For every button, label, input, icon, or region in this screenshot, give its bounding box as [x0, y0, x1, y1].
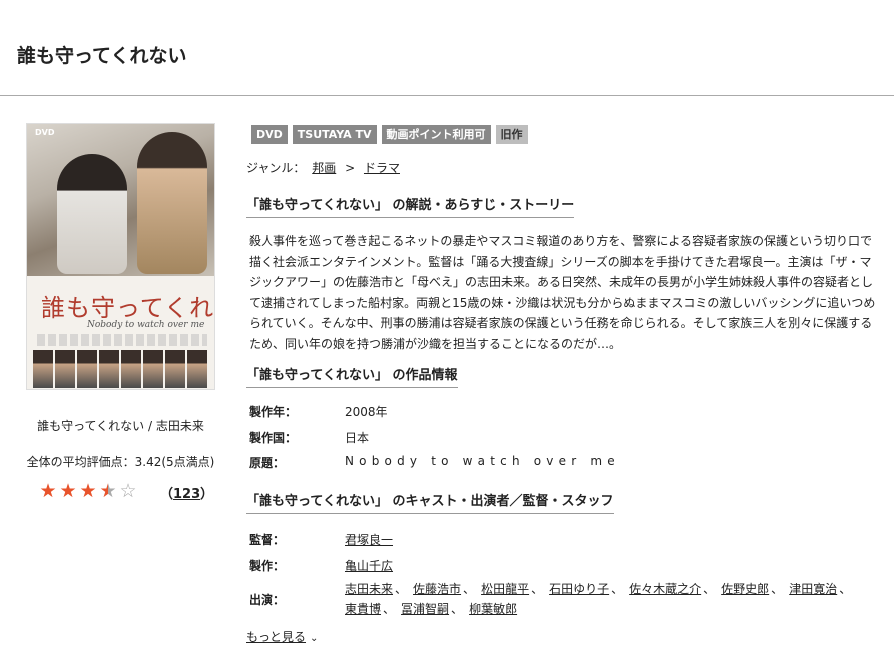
director-link[interactable]: 君塚良一 — [345, 533, 393, 547]
actor-link[interactable]: 佐藤浩市 — [413, 582, 461, 596]
actor-separator: 、 — [531, 582, 544, 596]
info-key: 原題： — [249, 456, 286, 470]
actor-separator: 、 — [839, 582, 852, 596]
actor-link[interactable]: 東貴博 — [345, 602, 381, 616]
average-rating-text: 全体の平均評価点：3.42(5点満点) — [26, 455, 215, 469]
chevron-down-icon: ⌄ — [310, 633, 319, 644]
synopsis-text: 殺人事件を巡って巻き起こるネットの暴走やマスコミ報道のあり方を、警察による容疑者… — [249, 234, 876, 351]
cover-credits — [37, 334, 207, 346]
cover-figure — [137, 132, 207, 274]
cover-subtitle: Nobody to watch over me — [87, 320, 205, 330]
actor-link[interactable]: 佐々木蔵之介 — [629, 582, 701, 596]
actor-separator: 、 — [463, 582, 476, 596]
show-more-link[interactable]: もっと見る ⌄ — [246, 628, 318, 645]
cover-photo — [27, 124, 214, 276]
info-section-title: 「誰も守ってくれない」 の作品情報 — [246, 364, 458, 388]
actor-link[interactable]: 石田ゆり子 — [549, 582, 609, 596]
cover-dvd-mark: DVD — [35, 128, 55, 137]
cover-cast-faces — [33, 350, 207, 388]
actor-link[interactable]: 志田未来 — [345, 582, 393, 596]
star-full-icon: ★ — [39, 480, 57, 502]
star-full-icon: ★ — [79, 480, 97, 502]
actors-line: 東貴博、冨浦智嗣、柳葉敏郎 — [345, 600, 517, 617]
cast-section-title: 「誰も守ってくれない」 のキャスト・出演者／監督・スタッフ — [246, 490, 614, 514]
info-value: 日本 — [345, 431, 370, 445]
info-value: 2008年 — [345, 405, 388, 419]
producer-label: 製作： — [249, 559, 286, 573]
tag-tsutaya-tv: TSUTAYA TV — [292, 125, 377, 144]
director-label: 監督： — [249, 533, 286, 547]
actor-link[interactable]: 津田寛治 — [789, 582, 837, 596]
cover-title: 誰も守ってくれない — [41, 294, 215, 322]
producer-link[interactable]: 亀山千広 — [345, 559, 393, 573]
star-empty-icon: ☆ — [119, 480, 137, 502]
page-title: 誰も守ってくれない — [17, 45, 187, 67]
genre-link-drama[interactable]: ドラマ — [364, 161, 400, 175]
info-key: 製作国： — [249, 431, 298, 445]
cover-caption: 誰も守ってくれない / 志田未来 — [37, 419, 204, 433]
tag-old-release: 旧作 — [495, 125, 528, 144]
actor-link[interactable]: 柳葉敏郎 — [469, 602, 517, 616]
actor-separator: 、 — [395, 582, 408, 596]
review-count[interactable]: （123） — [160, 483, 213, 502]
tag-list: DVD TSUTAYA TV 動画ポイント利用可 旧作 — [251, 125, 528, 144]
genre-breadcrumb: ジャンル： 邦画 > ドラマ — [246, 159, 403, 176]
actor-separator: 、 — [611, 582, 624, 596]
genre-label: ジャンル： — [246, 161, 306, 175]
star-full-icon: ★ — [59, 480, 77, 502]
header-divider — [0, 95, 894, 96]
genre-link-hougaku[interactable]: 邦画 — [312, 161, 336, 175]
info-key: 製作年： — [249, 405, 298, 419]
cover-figure — [57, 154, 127, 274]
story-section-title: 「誰も守ってくれない」 の解説・あらすじ・ストーリー — [246, 194, 575, 218]
actor-link[interactable]: 佐野史郎 — [721, 582, 769, 596]
info-value: Nobody to watch over me — [345, 454, 620, 468]
rating-stars: ★ ★ ★ ★ ☆ — [38, 480, 138, 502]
actor-separator: 、 — [771, 582, 784, 596]
breadcrumb-separator: > — [345, 161, 356, 175]
actor-link[interactable]: 松田龍平 — [481, 582, 529, 596]
show-more-label: もっと見る — [246, 630, 307, 644]
actor-separator: 、 — [451, 602, 464, 616]
tag-video-points: 動画ポイント利用可 — [381, 125, 491, 144]
star-half-icon: ★ — [99, 480, 117, 502]
actors-line: 志田未来、佐藤浩市、松田龍平、石田ゆり子、佐々木蔵之介、佐野史郎、津田寛治、 — [345, 580, 857, 597]
tag-dvd: DVD — [251, 125, 288, 144]
actor-separator: 、 — [383, 602, 396, 616]
actors-label: 出演： — [249, 593, 286, 607]
actor-separator: 、 — [703, 582, 716, 596]
review-count-link[interactable]: 123 — [173, 487, 200, 502]
actor-link[interactable]: 冨浦智嗣 — [401, 602, 449, 616]
dvd-cover-image[interactable]: DVD 誰も守ってくれない Nobody to watch over me — [26, 123, 215, 390]
